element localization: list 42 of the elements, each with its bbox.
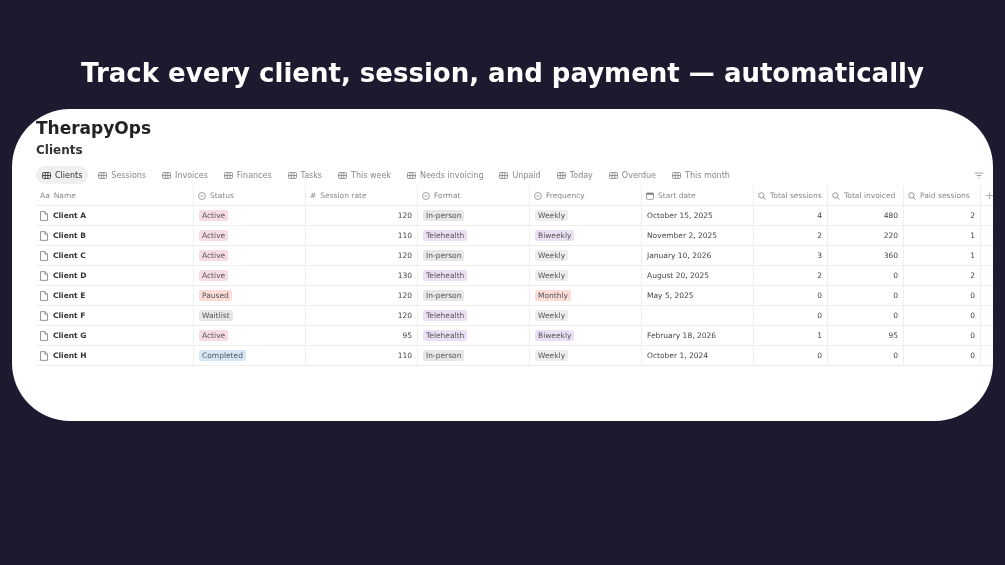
search-icon — [908, 191, 916, 200]
view-tab[interactable]: Needs invoicing — [400, 166, 490, 184]
page-icon — [40, 290, 48, 301]
select-icon — [422, 191, 430, 200]
page-icon — [40, 270, 48, 281]
view-tab[interactable]: Today — [550, 166, 599, 184]
database-title: Clients — [36, 142, 84, 158]
page-icon — [40, 250, 48, 261]
view-tab[interactable]: Tasks — [281, 166, 329, 184]
view-tab[interactable]: This week — [332, 166, 397, 184]
filter-icon[interactable] — [975, 171, 983, 179]
page-icon — [40, 350, 48, 361]
table-icon — [162, 171, 172, 179]
select-icon — [534, 191, 542, 200]
table-icon — [406, 171, 416, 179]
view-tab[interactable]: Overdue — [602, 166, 662, 184]
page-icon — [40, 330, 48, 341]
select-icon — [198, 191, 206, 200]
table-icon — [223, 171, 233, 179]
view-tab[interactable]: Finances — [217, 166, 278, 184]
page-icon — [40, 210, 48, 221]
table-icon — [556, 171, 566, 179]
table-icon — [499, 171, 509, 179]
view-tab[interactable]: Invoices — [156, 166, 214, 184]
table-icon — [608, 171, 618, 179]
page-icon — [40, 310, 48, 321]
calendar-icon — [646, 191, 654, 200]
search-icon — [832, 191, 840, 200]
table-icon — [672, 171, 681, 179]
table-icon — [287, 171, 297, 179]
headline: Track every client, session, and payment — automatically — [81, 57, 924, 90]
view-tab[interactable]: Unpaid — [493, 166, 547, 184]
table-icon — [338, 171, 348, 179]
add-column-button[interactable]: + — [985, 189, 993, 202]
view-tab[interactable]: This month — [666, 166, 736, 184]
workspace-title: TherapyOps — [36, 117, 153, 139]
view-tab[interactable]: Clients — [36, 166, 89, 184]
page-icon — [40, 230, 48, 241]
table-icon — [98, 171, 108, 179]
table-icon — [42, 171, 51, 179]
search-icon — [758, 191, 766, 200]
view-tab[interactable]: Sessions — [92, 166, 153, 184]
